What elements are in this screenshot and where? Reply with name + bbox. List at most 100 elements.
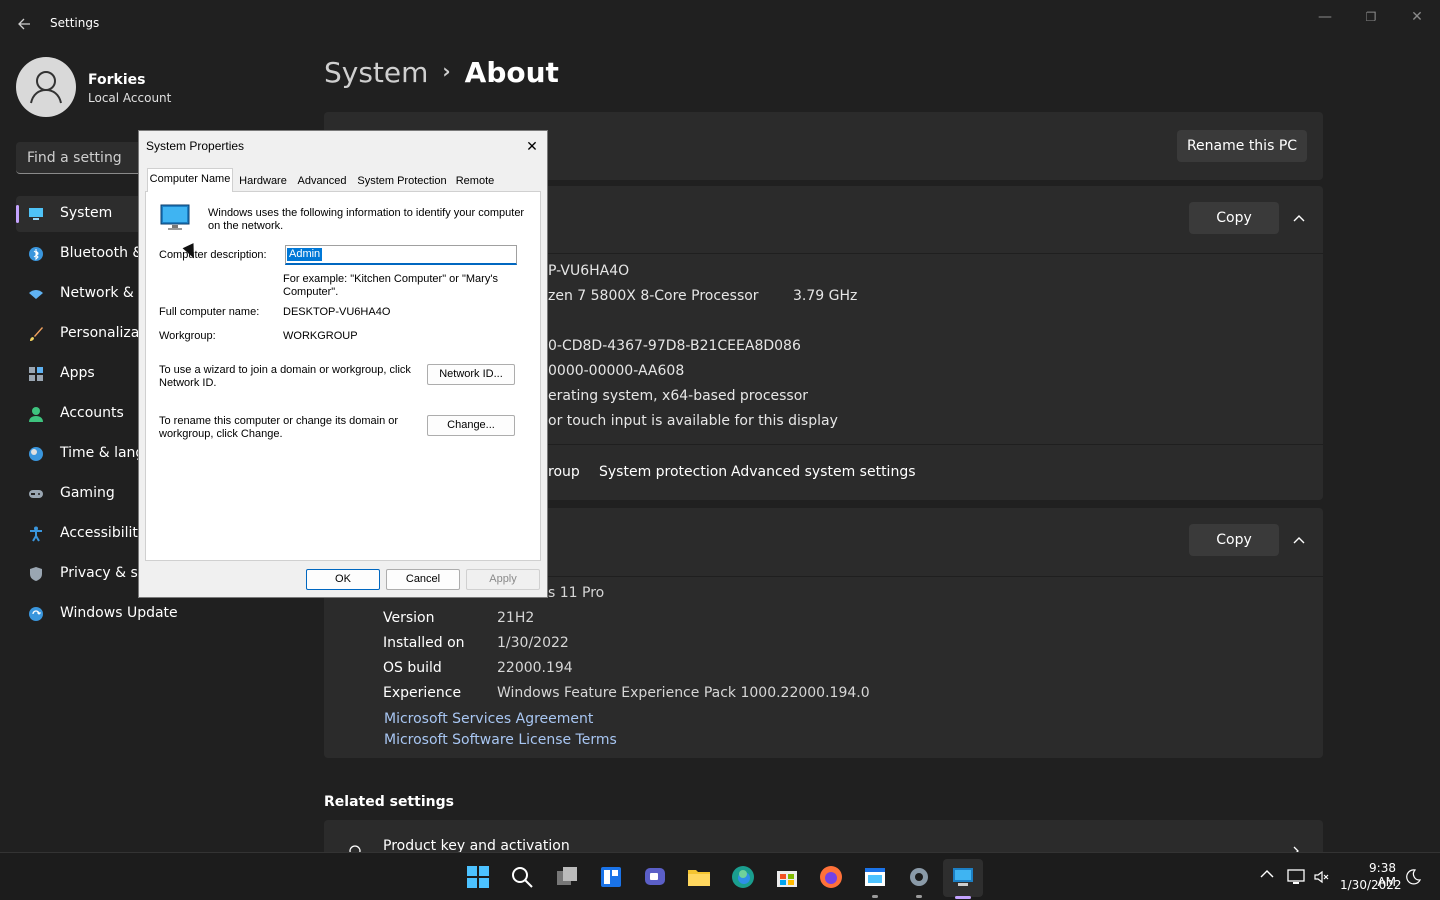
tray-overflow-chevron-icon[interactable]	[1260, 867, 1274, 883]
brush-icon	[30, 327, 43, 341]
related-link-domain-workgroup[interactable]: roup	[548, 464, 580, 480]
file-explorer-icon[interactable]	[687, 865, 711, 889]
system-properties-icon[interactable]	[951, 865, 975, 889]
sidebar-item-label: Apps	[60, 365, 95, 381]
link-services-agreement[interactable]: Microsoft Services Agreement	[384, 711, 593, 727]
chevron-up-icon[interactable]	[1289, 208, 1309, 228]
accessibility-icon	[30, 526, 42, 542]
profile-account-type: Local Account	[88, 91, 172, 105]
related-link-system-protection[interactable]: System protection	[599, 464, 727, 480]
person-icon	[30, 71, 62, 104]
update-icon	[29, 607, 43, 621]
pen-touch-value: or touch input is available for this dis…	[548, 413, 838, 429]
edge-icon[interactable]	[731, 865, 755, 889]
related-link-advanced-system-settings[interactable]: Advanced system settings	[731, 464, 916, 480]
store-icon[interactable]	[775, 865, 799, 889]
active-indicator	[955, 896, 971, 899]
device-name-value: P-VU6HA4O	[548, 263, 630, 279]
related-item-product-key[interactable]: Product key and activation	[324, 820, 1323, 853]
spec-label-version: Version	[383, 610, 435, 626]
monitor-icon	[29, 208, 43, 220]
profile-name: Forkies	[88, 72, 146, 88]
description-label: Computer description:	[159, 249, 267, 261]
close-button[interactable]: ✕	[1394, 6, 1440, 28]
clock-globe-icon	[29, 447, 43, 461]
spec-label-os-build: OS build	[383, 660, 442, 676]
example-text-line2: Computer".	[283, 286, 339, 298]
running-indicator	[916, 895, 922, 898]
computer-description-input[interactable]: Admin	[285, 245, 517, 265]
sidebar-item-label: Personalizati	[60, 325, 149, 341]
chat-icon[interactable]	[643, 865, 667, 889]
intro-text-line2: on the network.	[208, 220, 284, 232]
breadcrumb-parent[interactable]: System	[324, 56, 428, 89]
back-arrow-icon	[18, 18, 30, 30]
tab-system-protection[interactable]: System Protection	[355, 171, 449, 191]
back-button[interactable]	[12, 12, 36, 36]
avatar[interactable]	[16, 57, 76, 117]
search-placeholder: Find a setting	[27, 150, 122, 166]
processor-speed-value: 3.79 GHz	[793, 288, 858, 304]
full-name-label: Full computer name:	[159, 306, 260, 318]
spec-value-os-build: 22000.194	[497, 660, 573, 676]
spec-label-installed-on: Installed on	[383, 635, 465, 651]
example-text-line1: For example: "Kitchen Computer" or "Mary…	[283, 273, 498, 285]
notifications-moon-icon[interactable]	[1405, 869, 1421, 885]
network-id-button[interactable]: Network ID...	[427, 364, 515, 385]
rename-text-line1: To rename this computer or change its do…	[159, 415, 399, 427]
wizard-text-line1: To use a wizard to join a domain or work…	[159, 364, 411, 376]
intro-text-line1: Windows uses the following information t…	[208, 207, 525, 219]
tab-advanced[interactable]: Advanced	[295, 171, 349, 191]
active-indicator	[16, 205, 19, 223]
edition-value: s 11 Pro	[548, 585, 605, 601]
dialog-close-button[interactable]: ✕	[521, 135, 543, 157]
product-id-value: 0000-00000-AA608	[548, 363, 685, 379]
wizard-text-line2: Network ID.	[159, 377, 217, 389]
sidebar-item-label: Time & lang	[60, 445, 145, 461]
system-properties-dialog: System Properties ✕ Computer Name Hardwa…	[138, 130, 548, 598]
widgets-icon[interactable]	[599, 865, 623, 889]
change-button[interactable]: Change...	[427, 415, 515, 436]
clock-date[interactable]: 1/30/2022	[1340, 878, 1402, 892]
system-type-value: erating system, x64-based processor	[548, 388, 809, 404]
bluetooth-icon	[29, 247, 43, 261]
sidebar-item-label: Privacy & se	[60, 565, 147, 581]
dialog-title: System Properties	[146, 139, 245, 153]
network-icon[interactable]	[1287, 869, 1305, 885]
rename-pc-button[interactable]: Rename this PC	[1177, 130, 1307, 162]
sidebar-item-windows-update[interactable]: Windows Update	[16, 596, 296, 632]
computer-icon	[160, 204, 190, 230]
tab-computer-name[interactable]: Computer Name	[147, 168, 233, 192]
minimize-button[interactable]: —	[1302, 6, 1348, 28]
app-window-icon[interactable]	[863, 865, 887, 889]
spec-value-version: 21H2	[497, 610, 535, 626]
app-title: Settings	[50, 16, 100, 30]
windows-start-icon[interactable]	[466, 865, 490, 889]
workgroup-value: WORKGROUP	[283, 330, 358, 342]
full-name-value: DESKTOP-VU6HA4O	[283, 306, 391, 318]
maximize-button[interactable]: ❐	[1348, 6, 1394, 28]
spec-value-experience: Windows Feature Experience Pack 1000.220…	[497, 685, 870, 701]
sidebar-item-label: System	[60, 205, 113, 221]
related-item-label: Product key and activation	[383, 838, 570, 853]
cancel-button[interactable]: Cancel	[386, 569, 460, 590]
device-id-value: 0-CD8D-4367-97D8-B21CEEA8D086	[548, 338, 801, 354]
search-icon[interactable]	[510, 865, 534, 889]
copy-device-specs-button[interactable]: Copy	[1189, 202, 1279, 234]
wifi-icon	[29, 290, 43, 299]
firefox-icon[interactable]	[819, 865, 843, 889]
apps-icon	[29, 367, 43, 381]
tab-hardware[interactable]: Hardware	[237, 171, 289, 191]
chevron-up-icon[interactable]	[1289, 530, 1309, 550]
task-view-icon[interactable]	[555, 865, 579, 889]
volume-muted-icon[interactable]	[1313, 869, 1329, 885]
link-license-terms[interactable]: Microsoft Software License Terms	[384, 732, 617, 748]
apply-button[interactable]: Apply	[466, 569, 540, 590]
tab-remote[interactable]: Remote	[453, 171, 497, 191]
settings-gear-icon[interactable]	[907, 865, 931, 889]
title-bar: Settings — ❐ ✕	[0, 0, 1440, 48]
ok-button[interactable]: OK	[306, 569, 380, 590]
copy-windows-specs-button[interactable]: Copy	[1189, 524, 1279, 556]
rename-text-line2: workgroup, click Change.	[159, 428, 283, 440]
shield-icon	[30, 567, 42, 581]
